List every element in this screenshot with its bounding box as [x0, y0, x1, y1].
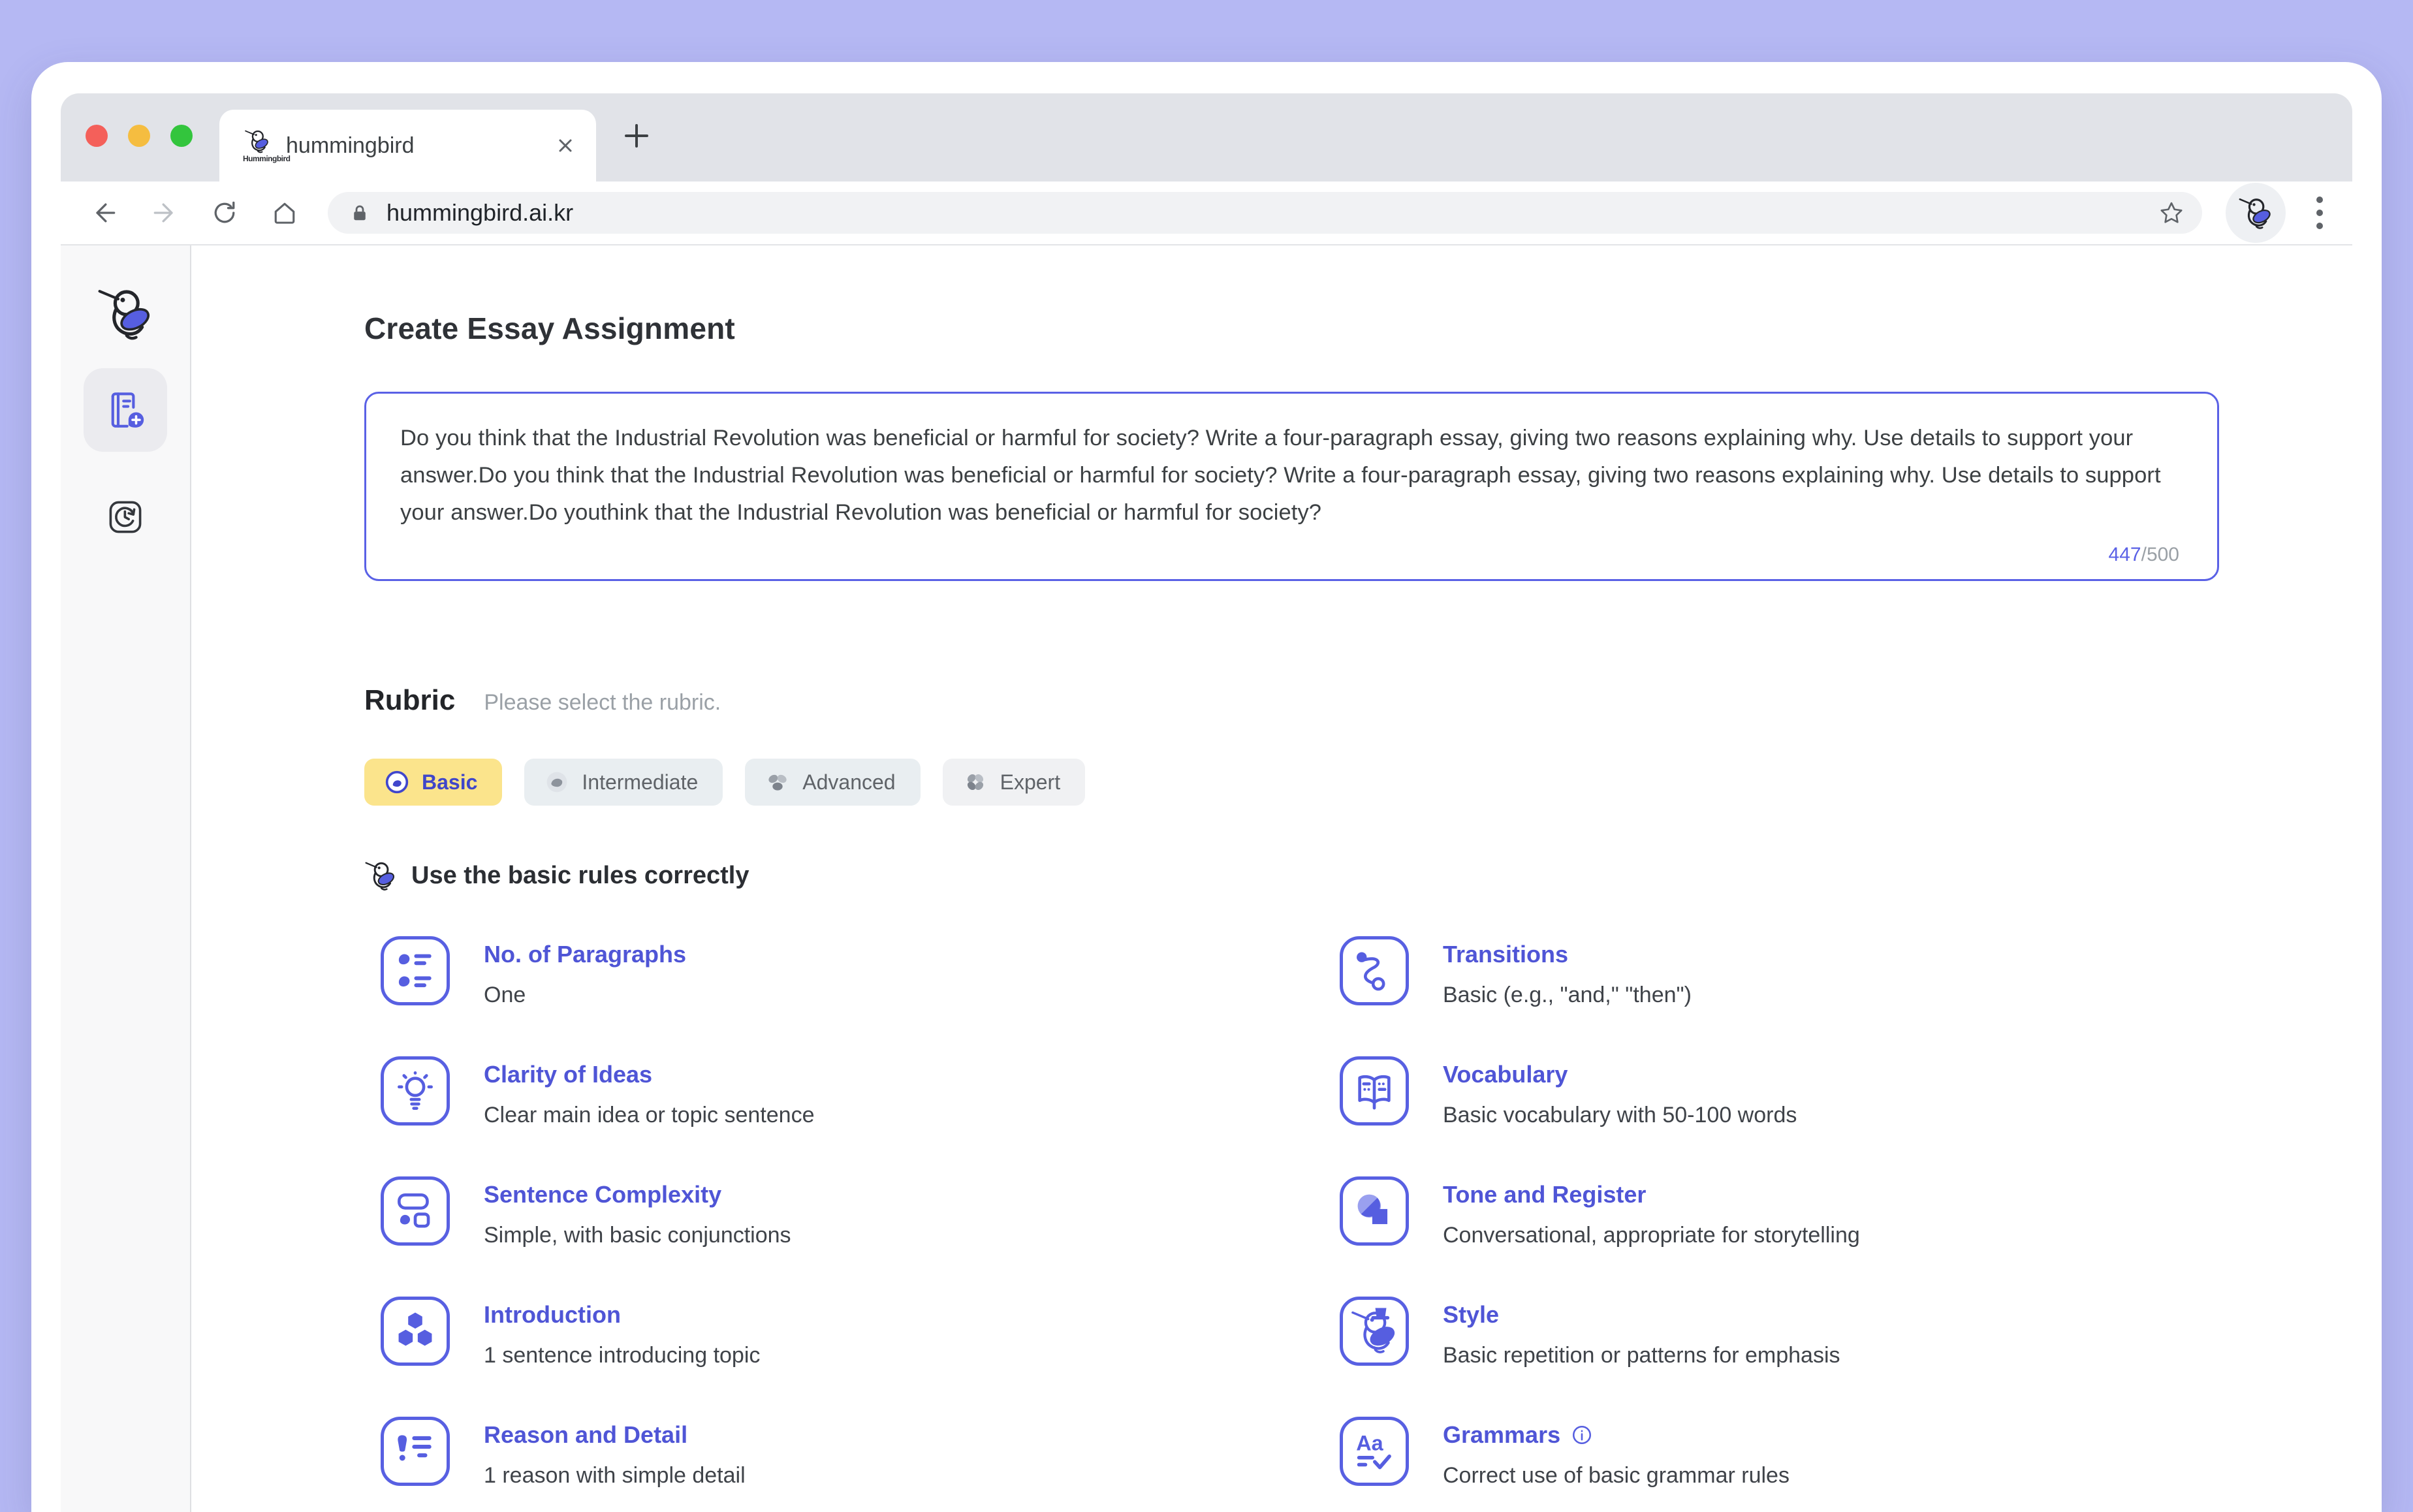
rubric-item-paragraphs: No. of Paragraphs One: [381, 936, 1340, 1056]
reload-button[interactable]: [204, 192, 245, 234]
rubric-item-desc: One: [484, 981, 686, 1009]
rubric-section-heading: Use the basic rules correctly: [411, 862, 749, 890]
rubric-item-title[interactable]: Grammars: [1443, 1419, 1560, 1451]
grammar-check-icon: Aa: [1340, 1417, 1409, 1486]
rubric-item-tone-register: Tone and Register Conversational, approp…: [1340, 1176, 1860, 1297]
lightbulb-icon: [381, 1056, 450, 1126]
window-close-button[interactable]: [86, 125, 108, 147]
rubric-item-vocabulary: Vocabulary Basic vocabulary with 50-100 …: [1340, 1056, 1860, 1176]
sidebar-item-history[interactable]: [84, 486, 167, 548]
rubric-item-desc: Correct use of basic grammar rules: [1443, 1461, 1790, 1490]
rubric-item-clarity: Clarity of Ideas Clear main idea or topi…: [381, 1056, 1340, 1176]
essay-prompt-input[interactable]: Do you think that the Industrial Revolut…: [364, 392, 2219, 581]
rubric-item-title[interactable]: Style: [1443, 1299, 1840, 1331]
rubric-label: Rubric: [364, 684, 455, 717]
home-icon: [270, 198, 299, 227]
back-button[interactable]: [84, 192, 125, 234]
profile-avatar[interactable]: [2226, 183, 2286, 243]
layout-blocks-icon: [381, 1176, 450, 1246]
paragraphs-icon: [381, 936, 450, 1005]
forward-icon: [150, 198, 179, 227]
rubric-item-reason-detail: Reason and Detail 1 reason with simple d…: [381, 1417, 1340, 1512]
rubric-item-desc: Clear main idea or topic sentence: [484, 1101, 815, 1129]
tab-strip: Hummingbird hummingbird: [61, 93, 2352, 181]
create-assignment-icon: [104, 388, 147, 432]
history-clock-icon: [105, 497, 146, 537]
main-panel: Create Essay Assignment Do you think tha…: [191, 245, 2352, 1512]
open-book-icon: [1340, 1056, 1409, 1126]
svg-text:Aa: Aa: [1356, 1431, 1383, 1455]
info-icon[interactable]: [1571, 1424, 1593, 1446]
window-minimize-button[interactable]: [128, 125, 150, 147]
tab-title: hummingbird: [286, 133, 554, 159]
sidebar: [61, 245, 191, 1512]
intermediate-level-icon: [544, 769, 570, 795]
rubric-item-title[interactable]: Tone and Register: [1443, 1179, 1860, 1210]
shapes-icon: [1340, 1176, 1409, 1246]
rubric-item-sentence-complexity: Sentence Complexity Simple, with basic c…: [381, 1176, 1340, 1297]
level-button-basic[interactable]: Basic: [364, 759, 502, 806]
rubric-item-title[interactable]: Vocabulary: [1443, 1059, 1797, 1090]
hummingbird-avatar-icon: [2238, 195, 2273, 230]
rubric-grid: No. of Paragraphs One: [364, 936, 2222, 1512]
rubric-item-title[interactable]: Transitions: [1443, 939, 1692, 970]
bird-with-hat-icon: [1340, 1297, 1409, 1366]
home-button[interactable]: [264, 192, 306, 234]
secure-lock-icon: [350, 203, 370, 223]
rubric-item-transitions: Transitions Basic (e.g., "and," "then"): [1340, 936, 1860, 1056]
rubric-item-title[interactable]: Clarity of Ideas: [484, 1059, 815, 1090]
favicon-caption: Hummingbird: [243, 154, 272, 163]
browser-tab[interactable]: Hummingbird hummingbird: [219, 110, 596, 181]
reload-icon: [210, 198, 239, 227]
browser-chrome: Hummingbird hummingbird: [61, 93, 2352, 1512]
hummingbird-favicon: Hummingbird: [243, 128, 272, 163]
rubric-item-title[interactable]: Reason and Detail: [484, 1419, 746, 1451]
expert-level-icon: [962, 769, 988, 795]
rubric-item-desc: 1 sentence introducing topic: [484, 1341, 760, 1370]
rubric-item-introduction: Introduction 1 sentence introducing topi…: [381, 1297, 1340, 1417]
cubes-icon: [381, 1297, 450, 1366]
rubric-item-grammars: Aa Grammars: [1340, 1417, 1860, 1512]
new-tab-button[interactable]: [620, 119, 654, 153]
desktop-background: Hummingbird hummingbird: [0, 0, 2413, 1512]
tab-close-icon[interactable]: [554, 134, 576, 157]
rubric-item-style: Style Basic repetition or patterns for e…: [1340, 1297, 1860, 1417]
page-title: Create Essay Assignment: [364, 311, 2222, 346]
bookmark-star-icon[interactable]: [2158, 199, 2185, 227]
rubric-item-desc: Basic repetition or patterns for emphasi…: [1443, 1341, 1840, 1370]
level-button-advanced[interactable]: Advanced: [745, 759, 920, 806]
advanced-level-icon: [765, 769, 791, 795]
url-bar[interactable]: hummingbird.ai.kr: [328, 192, 2202, 234]
route-icon: [1340, 936, 1409, 1005]
hummingbird-logo-icon: [97, 285, 154, 342]
rubric-item-desc: Basic (e.g., "and," "then"): [1443, 981, 1692, 1009]
rubric-hint: Please select the rubric.: [484, 690, 721, 716]
rubric-item-desc: Conversational, appropriate for storytel…: [1443, 1221, 1860, 1250]
rubric-item-desc: Simple, with basic conjunctions: [484, 1221, 791, 1250]
char-counter: 447/500: [2109, 544, 2179, 566]
rubric-item-desc: Basic vocabulary with 50-100 words: [1443, 1101, 1797, 1129]
app-content: Create Essay Assignment Do you think tha…: [61, 245, 2352, 1512]
rubric-item-title[interactable]: No. of Paragraphs: [484, 939, 686, 970]
kebab-menu-icon: [2316, 195, 2324, 231]
exclamation-list-icon: [381, 1417, 450, 1486]
browser-window: Hummingbird hummingbird: [31, 62, 2382, 1512]
browser-toolbar: hummingbird.ai.kr: [61, 181, 2352, 245]
browser-menu-button[interactable]: [2304, 192, 2335, 234]
back-icon: [90, 198, 119, 227]
essay-prompt-text[interactable]: Do you think that the Industrial Revolut…: [400, 420, 2183, 531]
sidebar-item-create-assignment[interactable]: [84, 368, 167, 452]
level-button-expert[interactable]: Expert: [943, 759, 1085, 806]
rubric-item-title[interactable]: Introduction: [484, 1299, 760, 1331]
window-controls: [86, 125, 193, 147]
rubric-item-title[interactable]: Sentence Complexity: [484, 1179, 791, 1210]
hummingbird-section-icon: [364, 859, 397, 892]
basic-level-icon: [384, 769, 410, 795]
url-text[interactable]: hummingbird.ai.kr: [386, 199, 2158, 227]
window-maximize-button[interactable]: [170, 125, 193, 147]
rubric-item-desc: 1 reason with simple detail: [484, 1461, 746, 1490]
level-button-intermediate[interactable]: Intermediate: [524, 759, 723, 806]
rubric-level-selector: Basic Intermediate: [364, 759, 2222, 806]
forward-button[interactable]: [144, 192, 185, 234]
